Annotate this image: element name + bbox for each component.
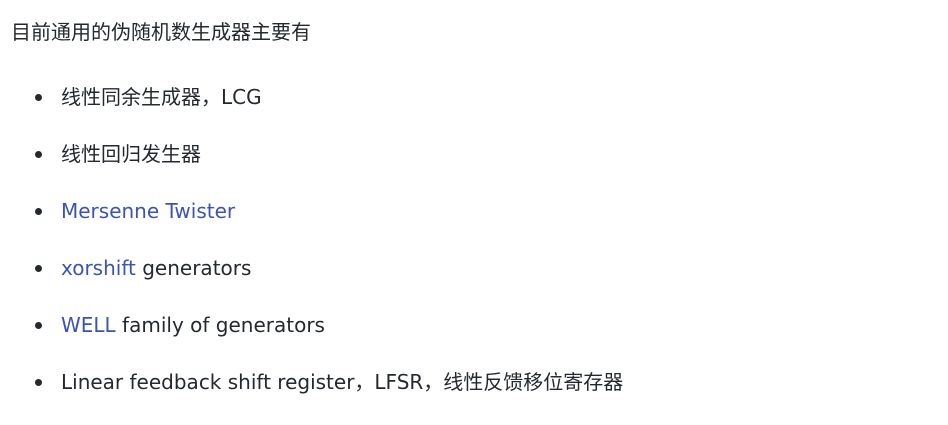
list-item: 线性同余生成器，LCG [0, 83, 623, 111]
intro-paragraph: 目前通用的伪随机数生成器主要有 [11, 20, 311, 44]
list-item-text: Linear feedback shift register，LFSR，线性反馈… [61, 370, 624, 394]
list-item: xorshift generators [0, 254, 623, 282]
generator-list: 线性同余生成器，LCG 线性回归发生器 Mersenne Twister xor… [0, 83, 623, 425]
list-item: 线性回归发生器 [0, 140, 623, 168]
mersenne-twister-link[interactable]: Mersenne Twister [61, 199, 235, 223]
bullet-icon [35, 151, 42, 158]
xorshift-link[interactable]: xorshift [61, 256, 136, 280]
article-content: 目前通用的伪随机数生成器主要有 线性同余生成器，LCG 线性回归发生器 Mers… [0, 0, 948, 415]
list-item-text: family of generators [115, 313, 325, 337]
bullet-icon [35, 208, 42, 215]
list-item-text: generators [135, 256, 252, 280]
bullet-icon [35, 94, 42, 101]
list-item: Linear feedback shift register，LFSR，线性反馈… [0, 368, 623, 396]
list-item: WELL family of generators [0, 311, 623, 339]
bullet-icon [35, 265, 42, 272]
list-item-text: 线性回归发生器 [61, 142, 201, 166]
bullet-icon [35, 379, 42, 386]
bullet-icon [35, 322, 42, 329]
list-item: Mersenne Twister [0, 197, 623, 225]
well-link[interactable]: WELL [61, 313, 116, 337]
list-item-text: 线性同余生成器，LCG [61, 85, 262, 109]
